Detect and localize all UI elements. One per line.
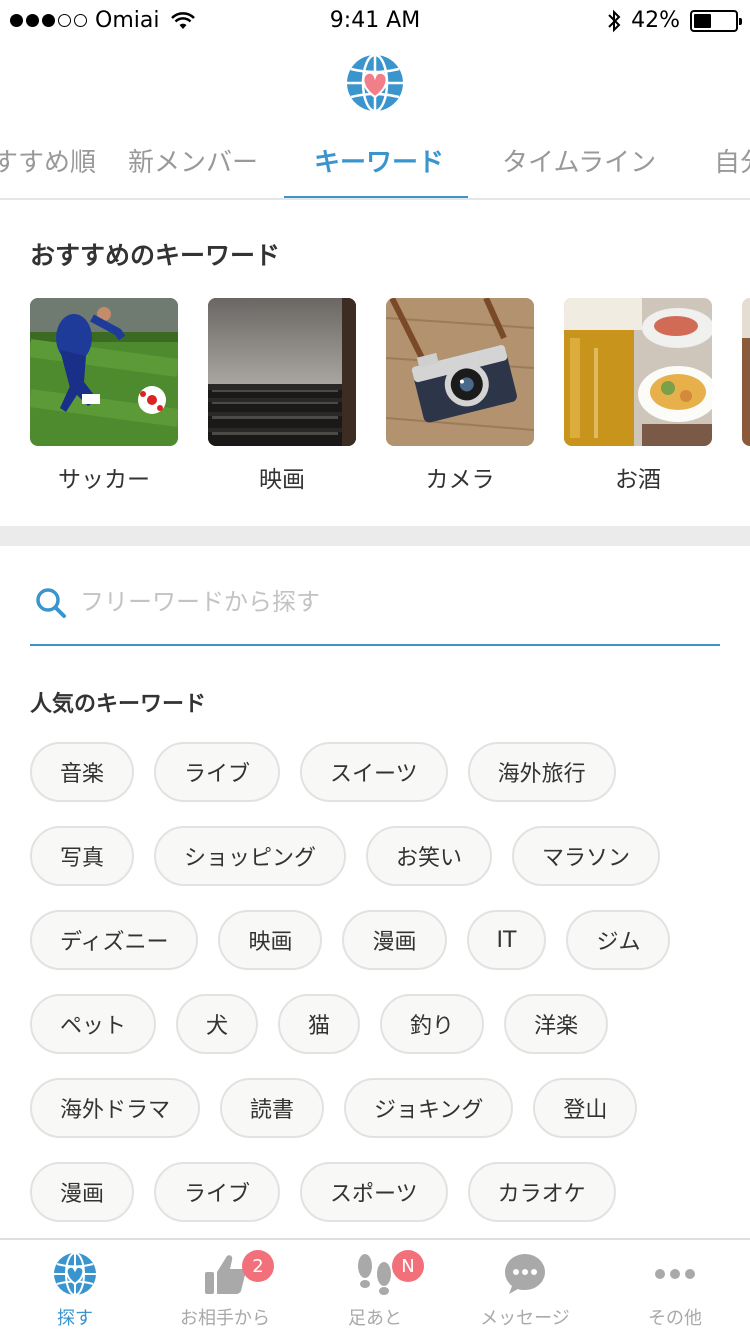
keyword-card-alcohol[interactable]: お酒 — [564, 298, 712, 494]
keyword-chip[interactable]: 漫画 — [30, 1162, 135, 1222]
keyword-chip[interactable]: 漫画 — [342, 910, 447, 970]
keyword-chip[interactable]: IT — [466, 910, 547, 970]
chip-row: 海外ドラマ 読書 ジョキング 登山 — [30, 1078, 730, 1138]
keyword-card-movie[interactable]: 映画 — [208, 298, 356, 494]
keyword-chip[interactable]: 猫 — [278, 994, 361, 1054]
keyword-chip[interactable]: ペット — [30, 994, 157, 1054]
status-bar: Omiai 9:41 AM 42% — [0, 0, 750, 40]
active-tab-indicator — [284, 196, 468, 198]
keyword-chip[interactable]: 写真 — [30, 826, 135, 886]
battery-area: 42% — [607, 8, 742, 33]
beer-photo — [564, 298, 712, 446]
keyword-card-camera[interactable]: カメラ — [386, 298, 534, 494]
recommended-keyword-carousel[interactable]: サッカー 映画 カメラ お酒 — [30, 298, 750, 498]
tab-self[interactable]: 自分 — [714, 142, 750, 179]
nav-footprints[interactable]: N 足あと — [300, 1240, 450, 1332]
nav-more[interactable]: その他 — [600, 1240, 750, 1332]
omiai-logo-icon — [347, 53, 403, 113]
keyword-chip[interactable]: 釣り — [380, 994, 485, 1054]
keyword-chip[interactable]: 映画 — [218, 910, 323, 970]
keyword-chip[interactable]: 洋楽 — [504, 994, 609, 1054]
chip-row: 漫画 ライブ スポーツ カラオケ — [30, 1162, 730, 1222]
chip-row: ディズニー 映画 漫画 IT ジム — [30, 910, 730, 970]
notification-badge: 2 — [242, 1250, 274, 1282]
bluetooth-icon — [608, 9, 621, 32]
nav-label: お相手から — [180, 1308, 270, 1329]
nav-likes[interactable]: 2 お相手から — [150, 1240, 300, 1332]
keyword-card-label: お酒 — [615, 467, 661, 493]
keyword-chip[interactable]: ジョキング — [344, 1078, 514, 1138]
thumbs-up-icon — [205, 1255, 246, 1294]
more-icon — [655, 1269, 695, 1279]
keyword-card-soccer[interactable]: サッカー — [30, 298, 178, 494]
popular-keywords-title: 人気のキーワード — [30, 692, 207, 717]
soccer-photo — [30, 298, 178, 446]
keyword-chip[interactable]: カラオケ — [467, 1162, 616, 1222]
keyword-chip[interactable]: ディズニー — [30, 910, 199, 970]
keyword-chip[interactable]: 海外ドラマ — [30, 1078, 201, 1138]
keyword-card-peek[interactable] — [742, 298, 750, 446]
keyword-chip[interactable]: スポーツ — [300, 1162, 448, 1222]
tab-keyword[interactable]: キーワード — [314, 142, 444, 179]
keyword-chip[interactable]: ライブ — [154, 1162, 281, 1222]
tab-recommended[interactable]: すすめ順 — [0, 142, 96, 179]
tab-bar: すすめ順 新メンバー キーワード タイムライン 自分 — [0, 122, 750, 200]
tab-new-members[interactable]: 新メンバー — [128, 142, 258, 179]
keyword-chip[interactable]: ジム — [566, 910, 671, 970]
keyword-chip[interactable]: 音楽 — [30, 742, 135, 802]
bottom-tab-bar: 探す 2 お相手から N 足あと メッセージ その他 — [0, 1238, 750, 1332]
battery-percent: 42% — [631, 8, 680, 33]
search-icon[interactable] — [34, 586, 68, 620]
keyword-chip[interactable]: スイーツ — [300, 742, 448, 802]
chip-row: ペット 犬 猫 釣り 洋楽 — [30, 994, 730, 1054]
keyword-chip[interactable]: ショッピング — [154, 826, 347, 886]
nav-label: メッセージ — [480, 1308, 570, 1329]
tab-timeline[interactable]: タイムライン — [502, 142, 656, 179]
keyword-chip[interactable]: 登山 — [533, 1078, 638, 1138]
chip-row: 写真 ショッピング お笑い マラソン — [30, 826, 730, 886]
chip-row: 音楽 ライブ スイーツ 海外旅行 — [30, 742, 730, 802]
search-input[interactable] — [80, 582, 700, 622]
popular-keyword-chips: 音楽 ライブ スイーツ 海外旅行 写真 ショッピング お笑い マラソン ディズニ… — [30, 742, 730, 1246]
keyword-card-label: サッカー — [58, 467, 150, 493]
keyword-chip[interactable]: 海外旅行 — [467, 742, 616, 802]
free-word-search — [30, 578, 720, 646]
nav-label: 足あと — [348, 1308, 402, 1329]
keyword-chip[interactable]: 読書 — [220, 1078, 325, 1138]
keyword-chip[interactable]: 犬 — [176, 994, 259, 1054]
keyword-chip[interactable]: お笑い — [366, 826, 493, 886]
nav-search[interactable]: 探す — [0, 1240, 150, 1332]
camera-photo — [386, 298, 534, 446]
nav-messages[interactable]: メッセージ — [450, 1240, 600, 1332]
keyword-card-label: カメラ — [425, 467, 495, 493]
movie-theater-photo — [208, 298, 356, 446]
battery-icon — [690, 9, 742, 32]
chat-bubble-icon — [505, 1254, 545, 1294]
nav-label: 探す — [57, 1308, 93, 1329]
recommended-keywords-title: おすすめのキーワード — [30, 241, 281, 270]
section-divider — [0, 526, 750, 546]
keyword-card-label: 映画 — [259, 467, 305, 493]
keyword-card-image — [742, 298, 750, 446]
keyword-chip[interactable]: ライブ — [154, 742, 281, 802]
footprints-icon — [358, 1254, 391, 1295]
nav-label: その他 — [648, 1308, 702, 1329]
keyword-chip[interactable]: マラソン — [512, 826, 661, 886]
notification-badge: N — [392, 1250, 424, 1282]
globe-heart-icon — [54, 1252, 96, 1296]
